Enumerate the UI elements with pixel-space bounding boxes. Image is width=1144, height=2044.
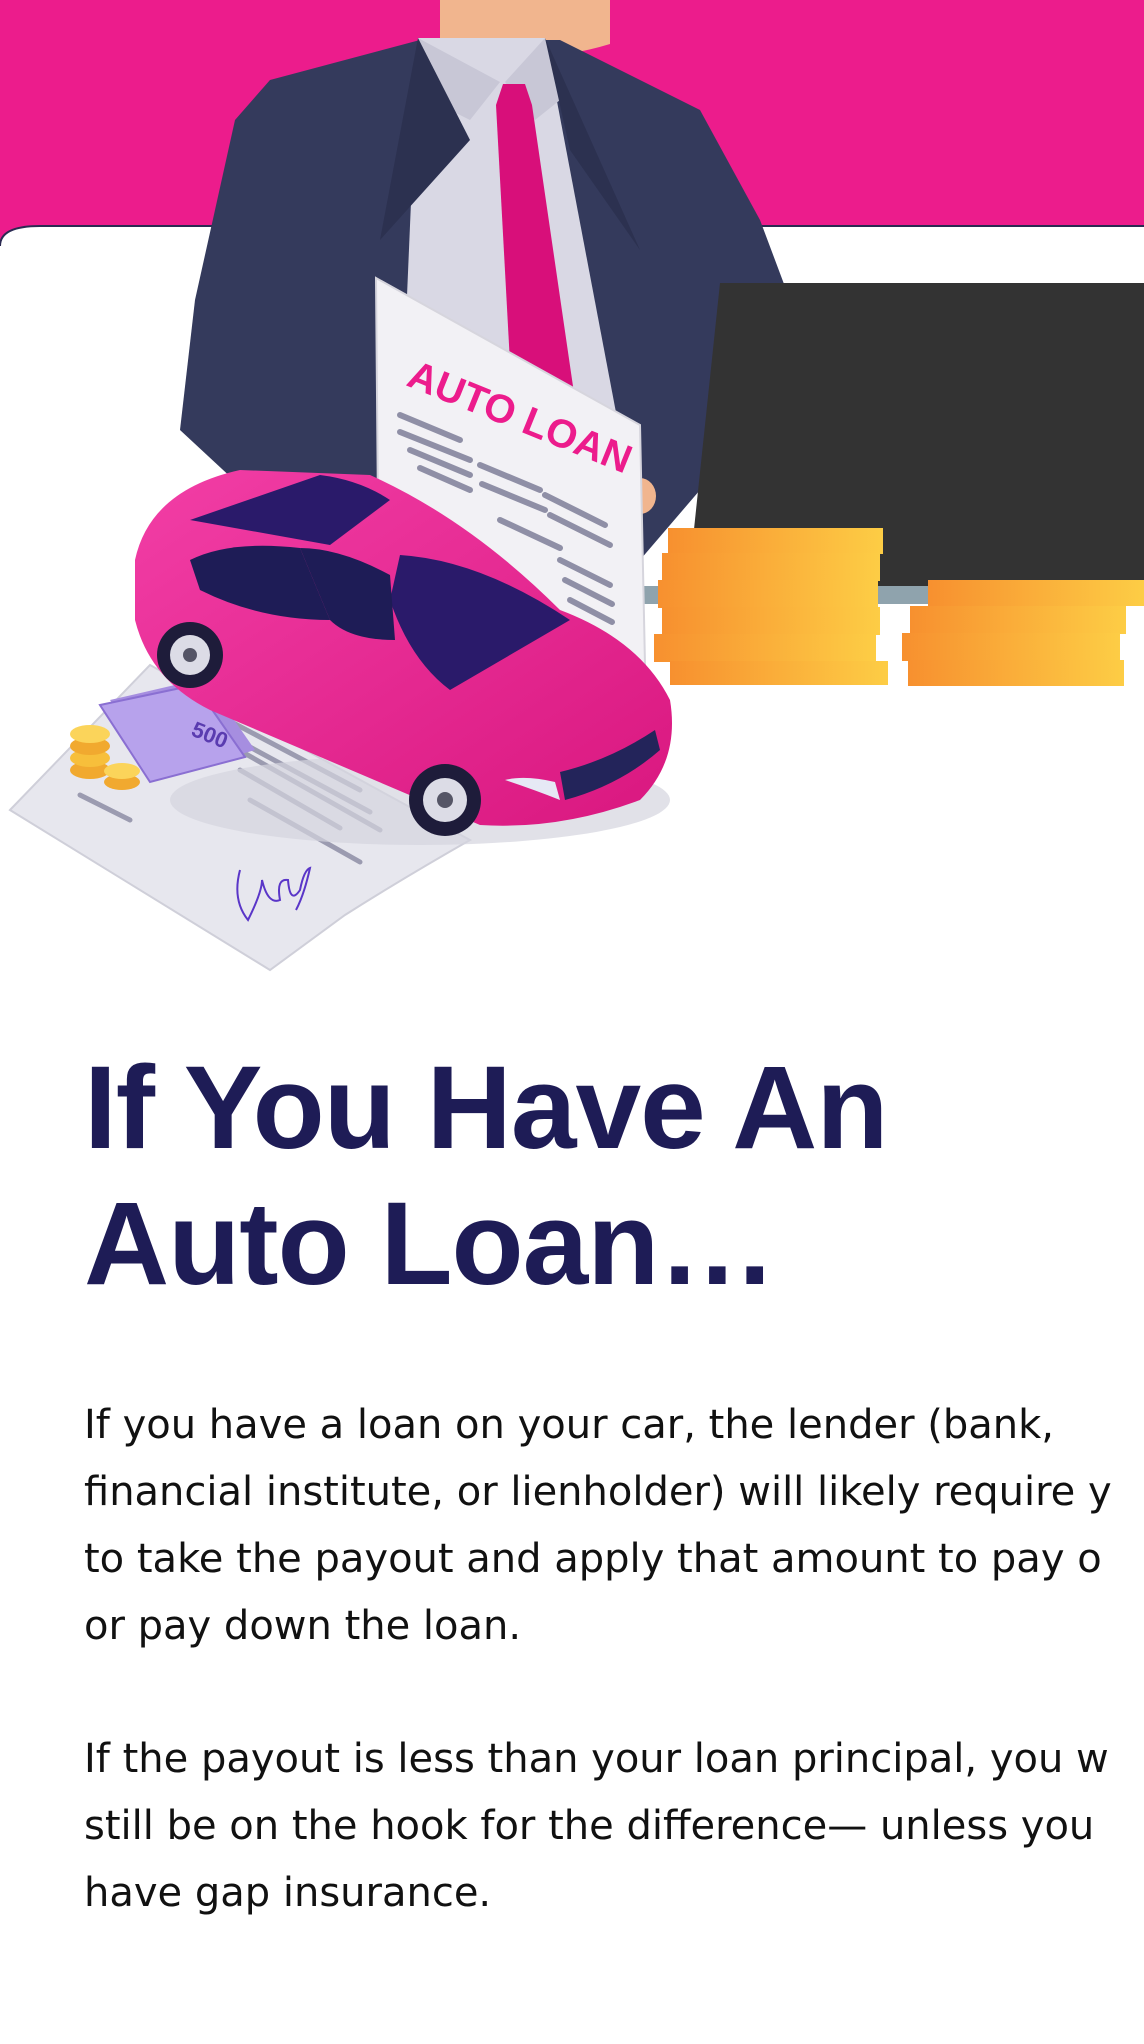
paragraph-line: If you have a loan on your car, the lend…	[84, 1402, 1054, 1448]
hero-illustration: AUTO LOAN 500	[0, 0, 1144, 980]
paragraph-line: have gap insurance.	[84, 1870, 492, 1916]
coin-stack-right	[902, 580, 1144, 686]
paragraph-line: or pay down the loan.	[84, 1603, 522, 1649]
coin-stack-left	[654, 528, 888, 685]
headline-line: If You Have An	[84, 1042, 888, 1174]
article-content: If You Have An Auto Loan… If you have a …	[84, 1040, 1144, 1927]
paragraph-gap-insurance: If the payout is less than your loan pri…	[84, 1726, 1144, 1927]
paragraph-line: to take the payout and apply that amount…	[84, 1536, 1102, 1582]
paragraph-line: still be on the hook for the difference—…	[84, 1803, 1095, 1849]
paragraph-line: If the payout is less than your loan pri…	[84, 1736, 1109, 1782]
headline-line: Auto Loan…	[84, 1178, 776, 1310]
paragraph-auto-loan-lender: If you have a loan on your car, the lend…	[84, 1392, 1144, 1660]
paragraph-line: financial institute, or lienholder) will…	[84, 1469, 1112, 1515]
article-headline: If You Have An Auto Loan…	[84, 1040, 1104, 1312]
auto-loan-illustration: AUTO LOAN 500	[0, 0, 1144, 972]
